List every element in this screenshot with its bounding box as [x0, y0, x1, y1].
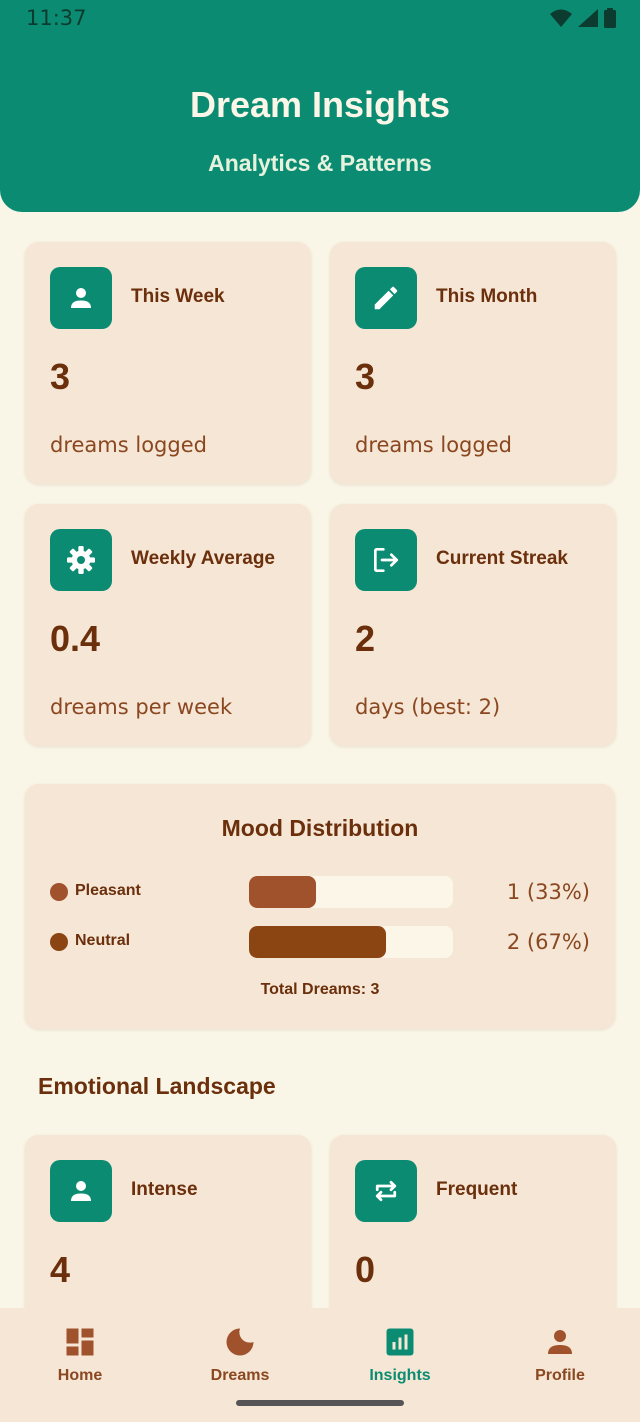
- app-header: 11:37 Dream Insights Analytics & Pattern…: [0, 0, 640, 212]
- mood-distribution-title: Mood Distribution: [221, 815, 419, 841]
- mood-name: Pleasant: [75, 882, 141, 899]
- section-title-emotional-landscape: Emotional Landscape: [38, 1073, 276, 1099]
- mood-row-pleasant: Pleasant 1 (33%): [25, 876, 615, 908]
- nav-label: Insights: [369, 1367, 431, 1384]
- stat-value: 3: [50, 356, 71, 397]
- nav-item-profile[interactable]: Profile: [480, 1308, 640, 1422]
- stat-desc: dreams logged: [50, 433, 207, 457]
- stat-label: This Week: [131, 286, 225, 307]
- nav-item-home[interactable]: Home: [0, 1308, 160, 1422]
- mood-bar-fill: [249, 876, 317, 908]
- home-indicator: [236, 1400, 404, 1406]
- emotion-value: 4: [50, 1249, 71, 1290]
- person-icon: [50, 267, 112, 329]
- repeat-icon: [355, 1160, 417, 1222]
- gear-icon: [50, 529, 112, 591]
- stat-card-current-streak: Current Streak 2 days (best: 2): [330, 504, 616, 746]
- moon-icon: [226, 1328, 254, 1356]
- mood-row-neutral: Neutral 2 (67%): [25, 926, 615, 958]
- stat-label: Current Streak: [436, 548, 568, 569]
- status-icons: [550, 8, 616, 28]
- profile-icon: [548, 1330, 572, 1354]
- stat-label: This Month: [436, 286, 538, 307]
- stat-value: 2: [355, 618, 376, 659]
- status-time: 11:37: [26, 6, 87, 30]
- stat-card-weekly-average: Weekly Average 0.4 dreams per week: [25, 504, 311, 746]
- mood-bar-fill: [249, 926, 386, 958]
- person-icon: [50, 1160, 112, 1222]
- stat-desc: dreams per week: [50, 695, 233, 719]
- emotion-value: 0: [355, 1249, 376, 1290]
- mood-count: 1 (33%): [506, 880, 590, 904]
- stat-desc: days (best: 2): [355, 695, 501, 719]
- mood-dot: [50, 933, 68, 951]
- stat-card-this-month: This Month 3 dreams logged: [330, 242, 616, 484]
- stat-value: 0.4: [50, 618, 101, 659]
- mood-count: 2 (67%): [506, 930, 590, 954]
- mood-bar-track: [249, 926, 453, 958]
- mood-total: Total Dreams: 3: [260, 981, 380, 998]
- pencil-icon: [355, 267, 417, 329]
- exit-icon: [355, 529, 417, 591]
- page-title: Dream Insights: [189, 84, 451, 125]
- dashboard-icon: [66, 1328, 94, 1356]
- stat-card-this-week: This Week 3 dreams logged: [25, 242, 311, 484]
- signal-icon: [578, 9, 598, 27]
- battery-icon: [604, 8, 616, 28]
- nav-label: Home: [57, 1367, 103, 1384]
- mood-bar-track: [249, 876, 453, 908]
- page-subtitle: Analytics & Patterns: [208, 150, 432, 176]
- wifi-icon: [550, 9, 572, 27]
- mood-name: Neutral: [75, 932, 131, 949]
- stat-label: Weekly Average: [131, 548, 275, 569]
- mood-dot: [50, 883, 68, 901]
- stat-desc: dreams logged: [355, 433, 512, 457]
- nav-label: Profile: [535, 1367, 585, 1384]
- mood-distribution-card: Mood Distribution Pleasant 1 (33%) Neutr…: [25, 784, 615, 1029]
- insights-icon: [386, 1328, 414, 1356]
- stat-value: 3: [355, 356, 376, 397]
- emotion-label: Frequent: [436, 1179, 518, 1200]
- emotion-label: Intense: [131, 1179, 198, 1200]
- nav-label: Dreams: [210, 1367, 270, 1384]
